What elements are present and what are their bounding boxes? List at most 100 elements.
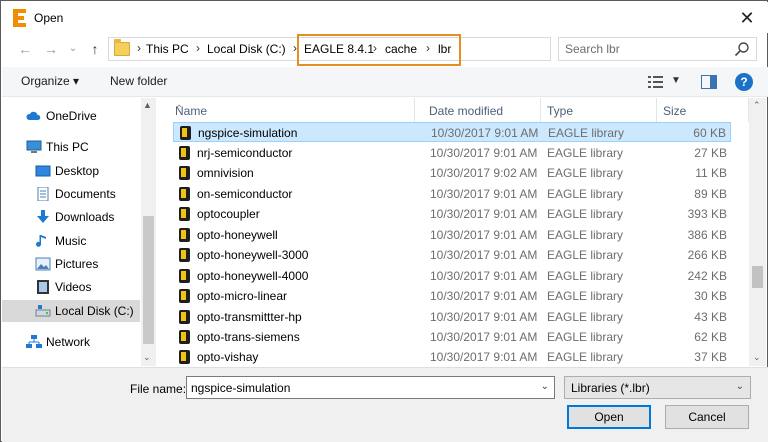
preview-pane-icon[interactable] — [701, 75, 717, 89]
file-type: EAGLE library — [547, 350, 624, 364]
back-button[interactable]: ← — [15, 39, 35, 59]
view-dropdown-icon[interactable]: ▼ — [671, 75, 681, 86]
navigation-pane: OneDrive This PC Desktop Documents Downl… — [2, 98, 156, 366]
breadcrumb-this-pc[interactable]: This PC — [146, 42, 189, 56]
recent-locations-chevron-icon[interactable]: ⌄ — [63, 39, 83, 59]
search-input[interactable] — [565, 41, 725, 57]
nav-item-downloads[interactable]: Downloads — [2, 206, 140, 228]
file-type-value: Libraries (*.lbr) — [571, 381, 650, 395]
eagle-library-icon — [179, 330, 190, 344]
file-size: 11 KB — [695, 166, 727, 180]
nav-item-label: Music — [55, 234, 87, 248]
breadcrumb-separator: › — [373, 41, 377, 55]
address-bar[interactable]: › This PC › Local Disk (C:) › EAGLE 8.4.… — [108, 37, 648, 61]
cancel-button[interactable]: Cancel — [665, 405, 749, 429]
nav-item-videos[interactable]: Videos — [2, 276, 140, 298]
file-row[interactable]: opto-honeywell 10/30/2017 9:01 AM EAGLE … — [173, 225, 731, 245]
file-row[interactable]: opto-transmittter-hp 10/30/2017 9:01 AM … — [173, 307, 731, 327]
column-header-date[interactable]: Date modified — [415, 98, 541, 122]
breadcrumb-eagle[interactable]: EAGLE 8.4.1 — [304, 42, 374, 56]
open-button[interactable]: Open — [567, 405, 651, 429]
file-row[interactable]: opto-honeywell-3000 10/30/2017 9:01 AM E… — [173, 245, 731, 265]
chevron-down-icon[interactable]: ⌄ — [541, 381, 549, 392]
file-name-combobox[interactable]: ⌄ — [186, 376, 555, 399]
breadcrumb-cache[interactable]: cache — [385, 42, 417, 56]
nav-item-pictures[interactable]: Pictures — [2, 253, 140, 275]
breadcrumb-separator: › — [137, 41, 141, 55]
file-row[interactable]: opto-micro-linear 10/30/2017 9:01 AM EAG… — [173, 286, 731, 306]
file-type: EAGLE library — [547, 289, 624, 303]
nav-item-network[interactable]: Network — [2, 331, 140, 353]
eagle-library-icon — [180, 126, 191, 140]
file-name: opto-vishay — [197, 350, 259, 364]
scroll-up-icon[interactable]: ▲ — [143, 100, 152, 110]
nav-scroll-thumb[interactable] — [143, 216, 154, 344]
nav-item-label: Downloads — [55, 210, 115, 224]
file-row[interactable]: nrj-semiconductor 10/30/2017 9:01 AM EAG… — [173, 143, 731, 163]
file-date: 10/30/2017 9:01 AM — [431, 126, 539, 140]
file-type: EAGLE library — [547, 187, 624, 201]
nav-item-music[interactable]: Music — [2, 230, 140, 252]
search-box[interactable] — [558, 37, 757, 61]
file-list-scroll-thumb[interactable] — [752, 266, 763, 288]
column-header-label: Date modified — [429, 104, 504, 118]
file-date: 10/30/2017 9:01 AM — [430, 350, 538, 364]
column-header-name[interactable]: ⌃ Name — [159, 98, 415, 122]
nav-item-label: Network — [46, 335, 91, 349]
column-header-type[interactable]: Type — [541, 98, 657, 122]
file-list: ⌃ Name Date modified Type Size ngspice-s… — [159, 98, 749, 366]
nav-item-documents[interactable]: Documents — [2, 183, 140, 205]
eagle-library-icon — [179, 248, 190, 262]
file-list-scrollbar[interactable]: ⌃ ⌄ — [749, 98, 766, 366]
file-size: 60 KB — [693, 126, 726, 140]
scroll-up-icon[interactable]: ⌃ — [753, 100, 761, 111]
nav-scrollbar[interactable]: ▲ ⌄ — [141, 98, 156, 366]
eagle-library-icon — [179, 269, 190, 283]
scroll-down-icon[interactable]: ⌄ — [753, 352, 761, 363]
music-icon — [36, 235, 46, 247]
file-type: EAGLE library — [548, 126, 625, 140]
file-row[interactable]: ngspice-simulation 10/30/2017 9:01 AM EA… — [173, 122, 731, 142]
file-name: opto-micro-linear — [197, 289, 288, 303]
bottom-panel: File name: ⌄ Libraries (*.lbr) ⌄ Open Ca… — [2, 367, 768, 442]
file-row[interactable]: on-semiconductor 10/30/2017 9:01 AM EAGL… — [173, 184, 731, 204]
cloud-icon — [26, 111, 41, 120]
file-row[interactable]: optocoupler 10/30/2017 9:01 AM EAGLE lib… — [173, 204, 731, 224]
file-type: EAGLE library — [547, 248, 624, 262]
file-type-select[interactable]: Libraries (*.lbr) ⌄ — [564, 376, 751, 399]
file-type: EAGLE library — [547, 269, 624, 283]
file-row[interactable]: omnivision 10/30/2017 9:02 AM EAGLE libr… — [173, 163, 731, 183]
close-button[interactable]: ✕ — [734, 5, 760, 31]
file-name: on-semiconductor — [197, 187, 293, 201]
eagle-library-icon — [179, 289, 190, 303]
file-row[interactable]: opto-honeywell-4000 10/30/2017 9:01 AM E… — [173, 266, 731, 286]
file-row[interactable]: opto-trans-siemens 10/30/2017 9:01 AM EA… — [173, 327, 731, 347]
nav-item-local-disk[interactable]: Local Disk (C:) — [2, 300, 140, 322]
breadcrumb-separator: › — [426, 41, 430, 55]
up-button[interactable]: ↑ — [85, 39, 105, 59]
nav-item-this-pc[interactable]: This PC — [2, 136, 140, 158]
breadcrumb-separator: › — [196, 41, 200, 55]
file-date: 10/30/2017 9:01 AM — [430, 289, 538, 303]
file-name-input[interactable] — [191, 380, 531, 395]
file-size: 37 KB — [694, 350, 727, 364]
file-name: opto-honeywell-3000 — [197, 248, 309, 262]
breadcrumb-local-disk[interactable]: Local Disk (C:) — [207, 42, 286, 56]
nav-item-desktop[interactable]: Desktop — [2, 160, 140, 182]
organize-button[interactable]: Organize ▾ — [21, 74, 79, 88]
nav-item-onedrive[interactable]: OneDrive — [2, 105, 140, 127]
view-details-icon[interactable] — [648, 75, 664, 89]
breadcrumb-lbr[interactable]: lbr — [438, 42, 451, 56]
file-row[interactable]: opto-vishay 10/30/2017 9:01 AM EAGLE lib… — [173, 347, 731, 367]
file-type: EAGLE library — [547, 207, 624, 221]
forward-button[interactable]: → — [41, 39, 61, 59]
file-name: opto-transmittter-hp — [197, 310, 302, 324]
chevron-down-icon: ⌄ — [735, 381, 744, 392]
new-folder-button[interactable]: New folder — [110, 74, 167, 88]
help-icon[interactable]: ? — [735, 73, 753, 91]
file-name: opto-honeywell-4000 — [197, 269, 309, 283]
scroll-down-icon[interactable]: ⌄ — [143, 352, 151, 363]
file-name: opto-honeywell — [197, 228, 278, 242]
nav-item-label: Pictures — [55, 257, 99, 271]
column-header-size[interactable]: Size — [657, 98, 749, 122]
